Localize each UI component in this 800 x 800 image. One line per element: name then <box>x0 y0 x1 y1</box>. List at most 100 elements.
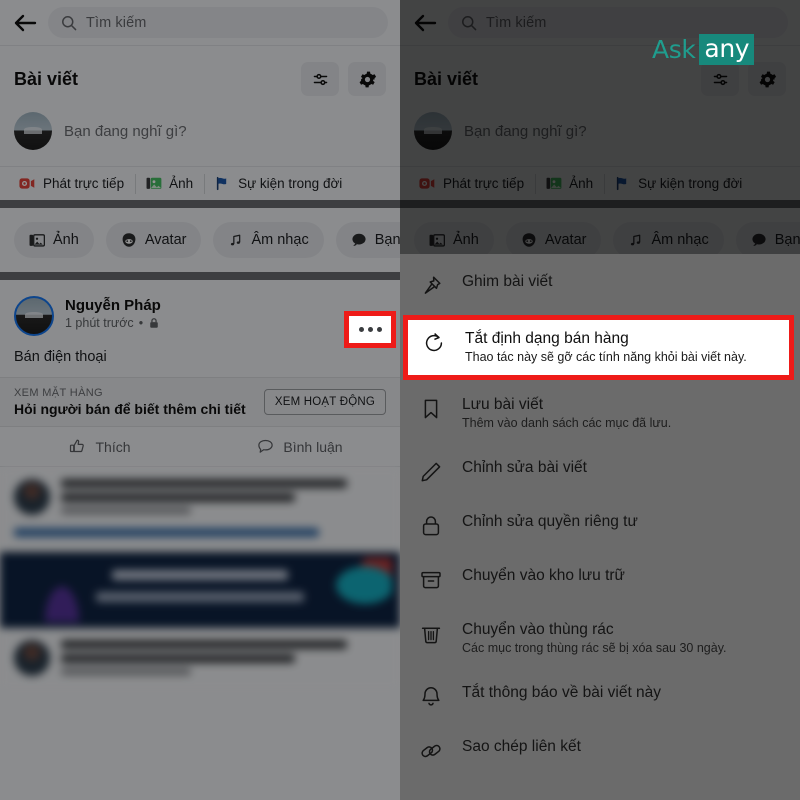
chip-photo[interactable]: Ảnh <box>414 222 494 258</box>
section-header: Bài viết <box>400 46 800 108</box>
lock-icon <box>418 513 444 539</box>
quick-action-photo[interactable]: Ảnh <box>535 167 604 200</box>
bookmark-icon <box>418 396 444 422</box>
chip-label: Bạn có l <box>374 232 400 248</box>
menu-item-label: Chỉnh sửa bài viết <box>462 459 587 476</box>
chip-label: Âm nhạc <box>251 232 309 248</box>
quick-action-label: Sự kiện trong đời <box>238 176 343 191</box>
quick-action-label: Sự kiện trong đời <box>638 176 743 191</box>
back-arrow-icon[interactable] <box>412 10 438 36</box>
section-divider <box>400 200 800 208</box>
menu-item-description: Thao tác này sẽ gỡ các tính năng khỏi bà… <box>465 350 747 365</box>
quick-action-label: Phát trực tiếp <box>443 176 525 191</box>
view-activity-button[interactable]: XEM HOẠT ĐỘNG <box>263 389 386 415</box>
status-composer[interactable]: Bạn đang nghĩ gì? <box>0 108 400 166</box>
menu-item-label: Chuyển vào kho lưu trữ <box>462 567 625 584</box>
chip-photo[interactable]: Ảnh <box>14 222 94 258</box>
marketplace-box: XEM MẶT HÀNG Hỏi người bán để biết thêm … <box>0 377 400 427</box>
left-phone-panel: Tìm kiếm Bài viết Bạn đang nghĩ gì? Phát… <box>0 0 400 800</box>
refresh-icon <box>421 330 447 356</box>
page-title: Bài viết <box>14 68 79 89</box>
post-author-name[interactable]: Nguyễn Pháp <box>65 297 386 314</box>
chip-avatar[interactable]: Avatar <box>505 222 602 258</box>
post-card: Nguyễn Pháp 1 phút trước • Bán điện thoạ… <box>0 280 400 467</box>
menu-item-description: Các mục trong thùng rác sẽ bị xóa sau 30… <box>462 641 727 656</box>
comment-button[interactable]: Bình luận <box>200 427 400 466</box>
menu-item-label: Ghim bài viết <box>462 273 553 290</box>
marketplace-kicker: XEM MẶT HÀNG <box>14 387 103 399</box>
marketplace-title: Hỏi người bán để biết thêm chi tiết <box>14 401 246 417</box>
post-body-text: Bán điện thoại <box>14 349 107 365</box>
quick-action-label: Ảnh <box>169 176 194 191</box>
photo-icon <box>29 233 45 248</box>
section-divider <box>0 272 400 280</box>
quick-actions-row: Phát trực tiếp Ảnh Sự kiện trong đời <box>400 166 800 200</box>
back-arrow-icon[interactable] <box>12 10 38 36</box>
music-note-icon <box>628 233 643 248</box>
comment-label: Bình luận <box>283 438 343 455</box>
menu-item-turn-off-selling-format[interactable]: Tắt định dạng bán hàng Thao tác này sẽ g… <box>403 315 794 380</box>
menu-item-turn-off-notifications[interactable]: Tắt thông báo về bài viết này <box>400 670 800 724</box>
photo-icon <box>429 233 445 248</box>
menu-item-label: Tắt định dạng bán hàng <box>465 330 629 347</box>
menu-item-move-to-archive[interactable]: Chuyển vào kho lưu trữ <box>400 553 800 607</box>
post-more-options-highlight[interactable] <box>344 311 396 348</box>
menu-item-label: Tắt thông báo về bài viết này <box>462 684 662 701</box>
search-input[interactable]: Tìm kiếm <box>48 7 388 38</box>
speech-bubble-icon <box>351 232 367 248</box>
quick-action-photo[interactable]: Ảnh <box>135 167 204 200</box>
search-input[interactable]: Tìm kiếm <box>448 7 788 38</box>
archive-icon <box>418 567 444 593</box>
flag-icon <box>215 176 231 191</box>
quick-action-label: Ảnh <box>569 176 594 191</box>
quick-actions-row: Phát trực tiếp Ảnh Sự kiện trong đời <box>0 166 400 200</box>
speech-bubble-icon <box>751 232 767 248</box>
chip-question[interactable]: Bạn có l <box>735 222 800 258</box>
chip-label: Bạn có l <box>774 232 800 248</box>
composer-placeholder: Bạn đang nghĩ gì? <box>464 122 587 140</box>
search-icon <box>461 15 477 31</box>
user-avatar <box>414 112 452 150</box>
sliders-icon <box>311 70 330 89</box>
screenshot-stage: Tìm kiếm Bài viết Bạn đang nghĩ gì? Phát… <box>0 0 800 800</box>
avatar-icon <box>121 232 137 248</box>
section-header: Bài viết <box>0 46 400 108</box>
settings-button[interactable] <box>748 62 786 96</box>
quick-action-life-event[interactable]: Sự kiện trong đời <box>604 167 753 200</box>
avatar <box>14 479 50 515</box>
search-bar: Tìm kiếm <box>400 0 800 46</box>
filter-button[interactable] <box>701 62 739 96</box>
chip-label: Ảnh <box>53 232 79 248</box>
link-icon <box>418 738 444 764</box>
thumbs-up-icon <box>69 438 86 455</box>
chip-music[interactable]: Âm nhạc <box>213 222 324 258</box>
menu-item-edit-privacy[interactable]: Chỉnh sửa quyền riêng tư <box>400 499 800 553</box>
chip-question[interactable]: Bạn có l <box>335 222 400 258</box>
like-label: Thích <box>95 438 131 455</box>
list-item <box>0 467 400 552</box>
menu-item-description: Thêm vào danh sách các mục đã lưu. <box>462 416 672 431</box>
menu-item-save-post[interactable]: Lưu bài viết Thêm vào danh sách các mục … <box>400 382 800 445</box>
avatar[interactable] <box>14 296 54 336</box>
menu-item-label: Chỉnh sửa quyền riêng tư <box>462 513 638 530</box>
quick-action-live[interactable]: Phát trực tiếp <box>408 167 535 200</box>
menu-item-pin-post[interactable]: Ghim bài viết <box>400 259 800 313</box>
search-placeholder: Tìm kiếm <box>86 14 147 31</box>
chip-avatar[interactable]: Avatar <box>105 222 202 258</box>
quick-action-live[interactable]: Phát trực tiếp <box>8 167 135 200</box>
sliders-icon <box>711 70 730 89</box>
chip-music[interactable]: Âm nhạc <box>613 222 724 258</box>
avatar <box>14 640 50 676</box>
pencil-icon <box>418 459 444 485</box>
menu-item-edit-post[interactable]: Chỉnh sửa bài viết <box>400 445 800 499</box>
menu-item-move-to-trash[interactable]: Chuyển vào thùng rác Các mục trong thùng… <box>400 607 800 670</box>
status-composer[interactable]: Bạn đang nghĩ gì? <box>400 108 800 166</box>
search-bar: Tìm kiếm <box>0 0 400 46</box>
like-button[interactable]: Thích <box>0 427 200 466</box>
gear-icon <box>358 70 377 89</box>
filter-button[interactable] <box>301 62 339 96</box>
trash-icon <box>418 621 444 647</box>
menu-item-copy-link[interactable]: Sao chép liên kết <box>400 724 800 778</box>
settings-button[interactable] <box>348 62 386 96</box>
quick-action-life-event[interactable]: Sự kiện trong đời <box>204 167 353 200</box>
